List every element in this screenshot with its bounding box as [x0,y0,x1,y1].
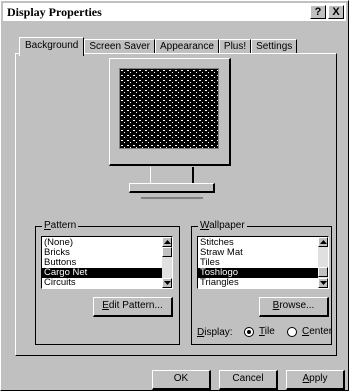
scroll-up-button[interactable] [318,237,328,247]
center-radio-option[interactable]: Center [287,326,332,337]
scroll-thumb[interactable] [318,267,328,277]
monitor-stand-neck [150,167,194,183]
preview-screen [119,68,219,149]
tile-radio-option[interactable]: Tile [244,326,275,337]
help-button[interactable]: ? [310,5,326,19]
browse-button[interactable]: Browse... [259,297,329,317]
up-arrow-icon [164,240,171,244]
wallpaper-scrollbar[interactable] [318,237,328,288]
tab-strip: Background Screen Saver Appearance Plus!… [19,37,298,56]
pattern-scrollbar[interactable] [162,237,172,288]
title-bar[interactable]: Display Properties ? X [3,3,346,21]
scroll-thumb[interactable] [162,247,172,257]
tile-radio[interactable] [244,326,254,337]
list-item[interactable]: Triangles [198,278,328,288]
display-properties-window: Display Properties ? X Background Screen… [0,0,349,391]
tab-background[interactable]: Background [19,37,85,56]
wallpaper-group-label: Wallpaper [198,220,247,231]
scroll-up-button[interactable] [162,237,172,247]
list-item[interactable]: Circuits [42,278,172,288]
display-label: Display: [197,327,233,338]
apply-button[interactable]: Apply [286,370,345,390]
close-button[interactable]: X [328,5,344,19]
window-title: Display Properties [7,4,102,19]
cancel-button[interactable]: Cancel [219,370,278,390]
tile-label: Tile [259,326,275,337]
wallpaper-list[interactable]: Stitches Straw Mat Tiles Toshlogo Triang… [197,236,329,289]
pattern-preview [120,69,218,148]
scroll-down-button[interactable] [318,278,328,288]
scroll-down-button[interactable] [162,278,172,288]
edit-pattern-button[interactable]: Edit Pattern... [93,297,173,317]
pattern-list[interactable]: (None) Bricks Buttons Cargo Net Circuits [41,236,173,289]
down-arrow-icon [320,281,327,285]
up-arrow-icon [320,240,327,244]
monitor-stand-shadow [141,197,203,199]
center-radio[interactable] [287,326,297,337]
ok-button[interactable]: OK [152,370,211,390]
center-label: Center [302,326,333,337]
down-arrow-icon [164,281,171,285]
monitor-preview [109,58,231,166]
monitor-stand-base [129,183,215,193]
pattern-group-label: Pattern [42,220,79,231]
